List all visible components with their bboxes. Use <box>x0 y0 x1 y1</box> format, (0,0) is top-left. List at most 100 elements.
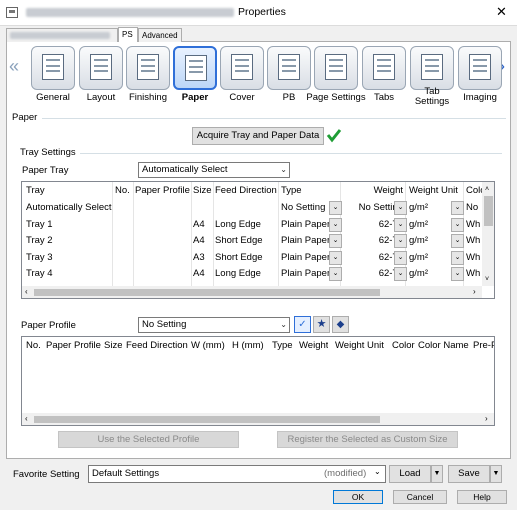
chevron-down-icon: ⌄ <box>280 165 287 174</box>
tray-cell-size: A4 <box>193 235 205 246</box>
tab-redacted[interactable] <box>6 28 118 42</box>
modified-indicator: (modified) <box>324 468 367 479</box>
type-dropdown-icon[interactable]: ⌄ <box>329 234 342 248</box>
cancel-button[interactable]: Cancel <box>393 490 447 504</box>
unit-dropdown-icon[interactable]: ⌄ <box>451 234 464 248</box>
perfect-binding-icon <box>278 54 300 80</box>
ribbon-page-settings-button[interactable] <box>314 46 358 90</box>
help-button[interactable]: Help <box>457 490 507 504</box>
tray-table[interactable]: Tray No. Paper Profile Size Feed Direction Ty… <box>21 181 495 299</box>
tray-col-header[interactable]: Paper Profile <box>135 183 192 199</box>
acquire-tray-button[interactable]: Acquire Tray and Paper Data <box>192 127 324 145</box>
paper-tray-value: Automatically Select <box>142 164 228 175</box>
favorite-star-icon[interactable]: ★ <box>313 316 330 333</box>
printer-name-redacted <box>26 8 234 17</box>
ribbon-label: Tabs <box>373 92 395 103</box>
vertical-scrollbar[interactable]: ˄ ˅ <box>482 182 494 286</box>
tray-cell-color: Wh <box>466 235 481 246</box>
tray-cell-color: No <box>466 202 479 213</box>
profile-col-header[interactable]: Color Name <box>418 338 469 354</box>
tag-icon[interactable]: ◆ <box>332 316 349 333</box>
tray-col-header[interactable]: Type <box>281 183 341 199</box>
load-button[interactable]: Load <box>389 465 431 483</box>
tray-col-header[interactable]: Size <box>193 183 214 199</box>
layout-icon <box>90 54 112 80</box>
ribbon-prev-icon[interactable]: « <box>9 56 19 77</box>
paper-icon <box>185 55 207 81</box>
profile-col-header[interactable]: Feed Direction <box>126 338 188 354</box>
ribbon-general-button[interactable] <box>31 46 75 90</box>
ribbon-layout-button[interactable] <box>79 46 123 90</box>
weight-dropdown-icon[interactable]: ⌄ <box>394 250 407 265</box>
divider <box>42 118 506 119</box>
profile-col-header[interactable]: Paper Profile <box>46 338 101 354</box>
type-dropdown-icon[interactable]: ⌄ <box>329 250 342 265</box>
type-dropdown-icon[interactable]: ⌄ <box>329 217 342 232</box>
paper-section-label: Paper <box>12 112 38 123</box>
favorite-setting-select[interactable]: Default Settings (modified) ⌄ <box>88 465 386 483</box>
ribbon-tab-settings-button[interactable] <box>410 46 454 90</box>
load-dropdown-icon[interactable]: ▼ <box>431 465 443 483</box>
divider <box>80 153 502 154</box>
save-dropdown-icon[interactable]: ▼ <box>490 465 502 483</box>
ok-button[interactable]: OK <box>333 490 383 504</box>
profile-col-header[interactable]: Weight Unit <box>335 338 384 354</box>
filter-icon[interactable]: ✓ <box>294 316 311 333</box>
weight-dropdown-icon[interactable]: ⌄ <box>394 217 407 232</box>
weight-dropdown-icon[interactable]: ⌄ <box>394 201 407 215</box>
favorite-setting-label: Favorite Setting <box>13 469 80 480</box>
register-custom-size-button[interactable]: Register the Selected as Custom Size <box>277 431 458 448</box>
tray-cell-color: Wh <box>466 218 481 230</box>
horizontal-scrollbar[interactable]: ‹ › <box>22 413 494 425</box>
tray-col-header[interactable]: Feed Direction <box>215 183 279 199</box>
imaging-icon <box>469 54 491 80</box>
cover-icon <box>231 54 253 80</box>
ribbon-cover-button[interactable] <box>220 46 264 90</box>
tray-cell-tray: Tray 1 <box>26 218 53 230</box>
weight-dropdown-icon[interactable]: ⌄ <box>394 267 407 281</box>
paper-profile-table[interactable]: No. Paper Profile Size Feed Direction W (mm)… <box>21 336 495 426</box>
ribbon-paper-button[interactable] <box>173 46 217 90</box>
tray-col-header[interactable]: Weight <box>343 183 403 199</box>
tray-col-header[interactable]: Weight Unit <box>409 183 465 199</box>
tray-cell-size: A4 <box>193 218 205 230</box>
printer-general-icon <box>42 54 64 80</box>
profile-col-header[interactable]: Color <box>392 338 415 354</box>
tray-cell-feed: Short Edge <box>215 251 263 263</box>
close-button[interactable]: ✕ <box>496 4 507 20</box>
unit-dropdown-icon[interactable]: ⌄ <box>451 267 464 281</box>
ribbon-tabs-button[interactable] <box>362 46 406 90</box>
profile-col-header[interactable]: Weight <box>299 338 328 354</box>
column-divider <box>213 182 214 286</box>
tray-col-header[interactable]: Tray <box>26 183 114 199</box>
unit-dropdown-icon[interactable]: ⌄ <box>451 217 464 232</box>
profile-col-header[interactable]: No. <box>26 338 41 354</box>
tabs-icon <box>373 54 395 80</box>
page-settings-icon <box>325 54 347 80</box>
ribbon-imaging-button[interactable] <box>458 46 502 90</box>
paper-tray-select[interactable]: Automatically Select ⌄ <box>138 162 290 178</box>
tab-settings-icon <box>421 54 443 80</box>
tab-advanced[interactable]: Advanced <box>138 28 182 42</box>
save-button[interactable]: Save <box>448 465 490 483</box>
profile-col-header[interactable]: Pre-P <box>473 338 494 354</box>
ribbon-pb-button[interactable] <box>267 46 311 90</box>
tray-cell-tray: Tray 2 <box>26 235 53 246</box>
unit-dropdown-icon[interactable]: ⌄ <box>451 250 464 265</box>
type-dropdown-icon[interactable]: ⌄ <box>329 267 342 281</box>
paper-profile-select[interactable]: No Setting ⌄ <box>138 317 290 333</box>
ribbon-finishing-button[interactable] <box>126 46 170 90</box>
profile-col-header[interactable]: Size <box>104 338 122 354</box>
profile-col-header[interactable]: H (mm) <box>232 338 264 354</box>
title-bar: Properties ✕ <box>0 0 517 26</box>
use-selected-profile-button[interactable]: Use the Selected Profile <box>58 431 239 448</box>
tray-col-header[interactable]: Color <box>466 183 482 199</box>
unit-dropdown-icon[interactable]: ⌄ <box>451 201 464 215</box>
profile-col-header[interactable]: Type <box>272 338 293 354</box>
tray-col-header[interactable]: No. <box>115 183 134 199</box>
horizontal-scrollbar[interactable]: ‹ › <box>22 286 482 298</box>
weight-dropdown-icon[interactable]: ⌄ <box>394 234 407 248</box>
tab-ps[interactable]: PS <box>118 27 138 43</box>
type-dropdown-icon[interactable]: ⌄ <box>329 201 342 215</box>
profile-col-header[interactable]: W (mm) <box>191 338 225 354</box>
